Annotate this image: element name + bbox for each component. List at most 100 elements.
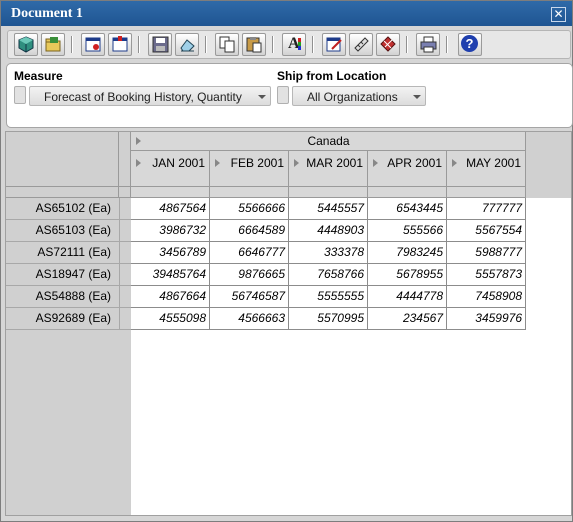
- data-cell[interactable]: 4444778: [368, 286, 447, 308]
- data-cell[interactable]: 56746587: [210, 286, 289, 308]
- data-cell[interactable]: 4566663: [210, 308, 289, 330]
- data-cell[interactable]: 7658766: [289, 264, 368, 286]
- calendar-button[interactable]: [108, 33, 132, 56]
- report-button[interactable]: [81, 33, 105, 56]
- row-header[interactable]: AS65102 (Ea): [6, 198, 119, 220]
- data-cell[interactable]: 5555555: [289, 286, 368, 308]
- toolbar-separator: [312, 36, 314, 53]
- data-cell[interactable]: 5445557: [289, 198, 368, 220]
- data-cell[interactable]: 39485764: [131, 264, 210, 286]
- help-button[interactable]: ?: [458, 33, 482, 56]
- open-folder-icon: [45, 37, 61, 52]
- toolbar-separator: [272, 36, 274, 53]
- grid-button[interactable]: [376, 33, 400, 56]
- data-cell[interactable]: 5557873: [447, 264, 526, 286]
- data-cell[interactable]: 333378: [289, 242, 368, 264]
- column-header-spacer: [368, 187, 447, 198]
- data-cell[interactable]: 4555098: [131, 308, 210, 330]
- ruler-button[interactable]: [349, 33, 373, 56]
- data-cell[interactable]: 5678955: [368, 264, 447, 286]
- data-cell[interactable]: 3986732: [131, 220, 210, 242]
- chevron-down-icon: [258, 95, 266, 99]
- column-header-spacer: [131, 187, 210, 198]
- row-header-spacer: [119, 220, 131, 242]
- column-header[interactable]: APR 2001: [368, 151, 447, 187]
- data-cell[interactable]: 5567554: [447, 220, 526, 242]
- toolbar-separator: [71, 36, 73, 53]
- eraser-button[interactable]: [175, 33, 199, 56]
- data-cell[interactable]: 7983245: [368, 242, 447, 264]
- ship-from-toggle[interactable]: [277, 86, 289, 104]
- row-header[interactable]: AS92689 (Ea): [6, 308, 119, 330]
- row-header[interactable]: AS65103 (Ea): [6, 220, 119, 242]
- expand-arrow-icon: [136, 159, 141, 167]
- data-cell[interactable]: 5988777: [447, 242, 526, 264]
- toolbar-separator: [205, 36, 207, 53]
- open-button[interactable]: [41, 33, 65, 56]
- cube-icon: [18, 36, 34, 53]
- data-cell[interactable]: 234567: [368, 308, 447, 330]
- column-header[interactable]: JAN 2001: [131, 151, 210, 187]
- toolbar-separator: [446, 36, 448, 53]
- column-header-label: FEB 2001: [230, 156, 284, 170]
- data-cell[interactable]: 4867564: [131, 198, 210, 220]
- document-window: Document 1 ✕ A ? Measure Forecast of Boo…: [0, 0, 573, 522]
- crosstab-grid: Canada JAN 2001 FEB 2001 MAR 2001 APR 2001 M…: [5, 131, 572, 516]
- paste-icon: [246, 37, 262, 53]
- corner-cell: [6, 132, 119, 187]
- chevron-down-icon: [413, 95, 421, 99]
- expand-arrow-icon: [452, 159, 457, 167]
- row-header[interactable]: AS72111 (Ea): [6, 242, 119, 264]
- header-filler: [526, 132, 571, 198]
- column-header-spacer: [447, 187, 526, 198]
- help-icon: ?: [461, 35, 478, 52]
- column-header[interactable]: FEB 2001: [210, 151, 289, 187]
- corner-spacer: [119, 132, 131, 187]
- column-header[interactable]: MAR 2001: [289, 151, 368, 187]
- cube-button[interactable]: [14, 33, 38, 56]
- column-header-label: MAR 2001: [306, 156, 363, 170]
- toolbar-separator: [406, 36, 408, 53]
- report-icon: [85, 37, 101, 52]
- data-cell[interactable]: 5570995: [289, 308, 368, 330]
- measure-dropdown[interactable]: Forecast of Booking History, Quantity: [29, 86, 271, 106]
- font-button[interactable]: A: [282, 33, 306, 56]
- copy-icon: [219, 36, 235, 53]
- row-header[interactable]: AS54888 (Ea): [6, 286, 119, 308]
- close-button[interactable]: ✕: [551, 7, 566, 22]
- measure-toggle[interactable]: [14, 86, 26, 104]
- copy-button[interactable]: [215, 33, 239, 56]
- data-cell[interactable]: 4867664: [131, 286, 210, 308]
- data-cell[interactable]: 777777: [447, 198, 526, 220]
- column-header[interactable]: MAY 2001: [447, 151, 526, 187]
- group-header-canada[interactable]: Canada: [131, 132, 526, 151]
- ship-from-label: Ship from Location: [277, 69, 387, 83]
- data-cell[interactable]: 6543445: [368, 198, 447, 220]
- column-header-label: MAY 2001: [466, 156, 521, 170]
- data-cell[interactable]: 6664589: [210, 220, 289, 242]
- corner-spacer-cell: [119, 187, 131, 198]
- row-header[interactable]: AS18947 (Ea): [6, 264, 119, 286]
- column-header-spacer: [210, 187, 289, 198]
- row-header-spacer: [119, 286, 131, 308]
- save-button[interactable]: [148, 33, 172, 56]
- edit-form-button[interactable]: [322, 33, 346, 56]
- data-cell[interactable]: 3456789: [131, 242, 210, 264]
- ship-from-value: All Organizations: [307, 90, 398, 104]
- data-cell[interactable]: 3459976: [447, 308, 526, 330]
- data-cell[interactable]: 7458908: [447, 286, 526, 308]
- print-button[interactable]: [416, 33, 440, 56]
- data-cell[interactable]: 4448903: [289, 220, 368, 242]
- window-title: Document 1: [11, 6, 83, 21]
- paste-button[interactable]: [242, 33, 266, 56]
- ship-from-dropdown[interactable]: All Organizations: [292, 86, 426, 106]
- edit-form-icon: [326, 37, 342, 52]
- data-cell[interactable]: 555566: [368, 220, 447, 242]
- row-header-spacer: [119, 308, 131, 330]
- data-cell[interactable]: 6646777: [210, 242, 289, 264]
- title-bar[interactable]: Document 1 ✕: [1, 1, 572, 26]
- column-header-label: JAN 2001: [152, 156, 205, 170]
- column-header-spacer: [289, 187, 368, 198]
- data-cell[interactable]: 5566666: [210, 198, 289, 220]
- data-cell[interactable]: 9876665: [210, 264, 289, 286]
